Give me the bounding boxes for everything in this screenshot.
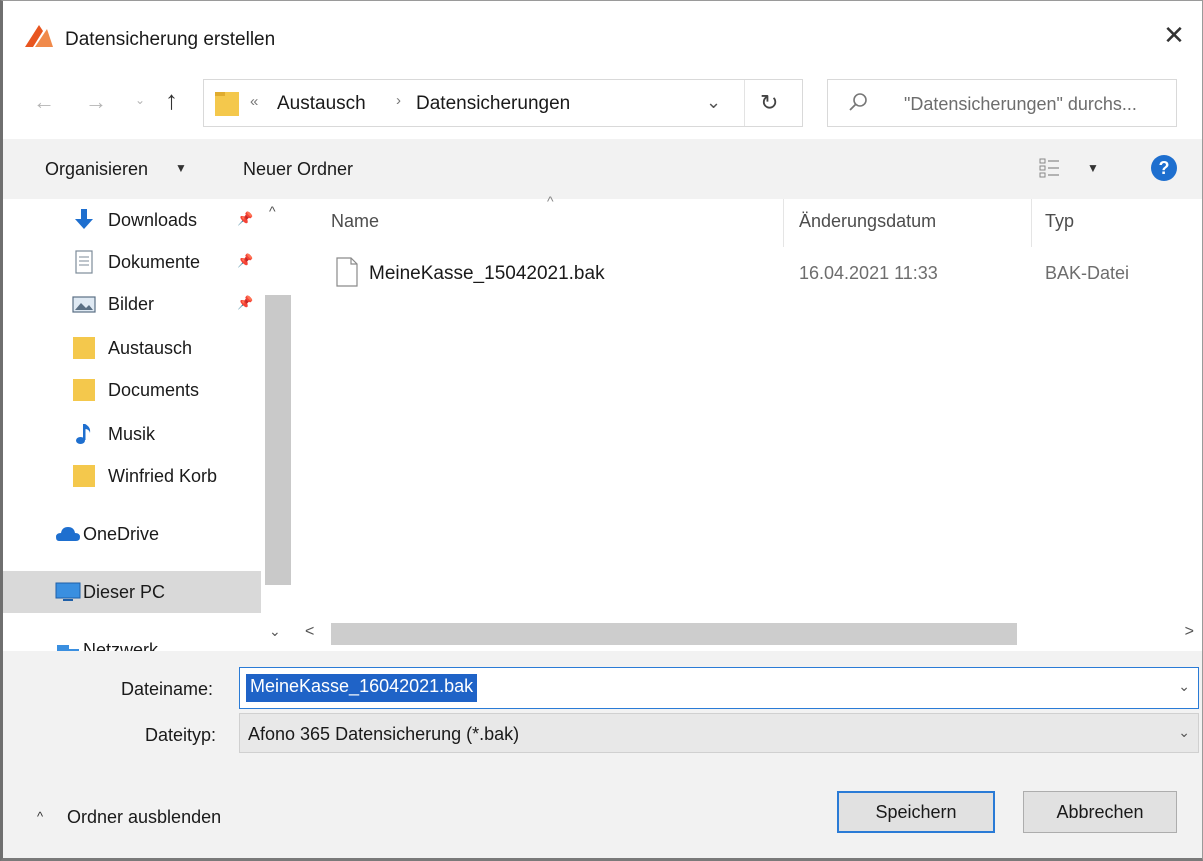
horizontal-scrollbar[interactable]: < >: [293, 619, 1202, 649]
title-bar: Datensicherung erstellen ✕: [3, 1, 1202, 63]
folder-icon: [73, 337, 95, 359]
organize-caret-icon[interactable]: ▼: [175, 161, 187, 175]
filename-value[interactable]: MeineKasse_16042021.bak: [246, 674, 478, 702]
search-input[interactable]: "Datensicherungen" durchs...: [827, 79, 1177, 127]
sidebar-item-netzwerk[interactable]: Netzwerk: [3, 629, 261, 651]
filename-field[interactable]: MeineKasse_16042021.bak ⌄: [239, 667, 1199, 709]
sidebar-item-label: Austausch: [108, 338, 193, 358]
download-arrow-icon: [75, 209, 93, 229]
filetype-label: Dateityp:: [145, 725, 217, 745]
sidebar-item-label: Bilder: [108, 294, 155, 314]
new-folder-button[interactable]: Neuer Ordner: [243, 159, 353, 180]
sidebar-item-label: Musik: [108, 424, 156, 444]
sidebar-item-dokumente[interactable]: Dokumente 📌: [3, 241, 261, 283]
scroll-right-icon[interactable]: >: [1185, 623, 1194, 641]
close-button[interactable]: ✕: [1146, 15, 1202, 55]
breadcrumb-austausch[interactable]: Austausch: [277, 93, 366, 115]
navigation-pane: Downloads 📌 Dokumente 📌 Bilder 📌 Austaus…: [3, 199, 293, 651]
forward-button[interactable]: →: [85, 89, 107, 115]
help-button[interactable]: ?: [1151, 155, 1177, 181]
music-note-icon: [76, 424, 91, 444]
horizontal-scroll-thumb[interactable]: [331, 623, 1017, 645]
network-icon: [57, 645, 79, 651]
folder-icon: [73, 465, 95, 487]
file-date: 16.04.2021 11:33: [799, 263, 938, 283]
up-button[interactable]: ↑: [165, 85, 178, 116]
column-header-name[interactable]: Name: [331, 211, 379, 232]
filetype-value: Afono 365 Datensicherung (*.bak): [248, 724, 520, 744]
search-placeholder: "Datensicherungen" durchs...: [904, 94, 1137, 114]
file-name: MeineKasse_15042021.bak: [369, 263, 605, 284]
refresh-button[interactable]: ↻: [760, 90, 778, 116]
search-icon: [849, 93, 867, 111]
sidebar-item-musik[interactable]: Musik: [3, 413, 261, 455]
column-divider[interactable]: [1031, 199, 1032, 247]
pictures-icon: [72, 296, 96, 313]
view-options-icon[interactable]: [1039, 157, 1061, 179]
file-type: BAK-Datei: [1045, 263, 1130, 283]
sidebar-item-winfried-korb[interactable]: Winfried Korb: [3, 455, 261, 497]
file-row[interactable]: MeineKasse_15042021.bak 16.04.2021 11:33…: [323, 251, 1202, 293]
sidebar-item-downloads[interactable]: Downloads 📌: [3, 199, 261, 241]
hide-folders-button[interactable]: Ordner ausblenden: [67, 807, 221, 828]
sidebar-item-label: OneDrive: [83, 524, 160, 544]
recent-locations-button[interactable]: ⌄: [135, 93, 145, 107]
computer-icon: [55, 582, 81, 601]
save-panel: Dateiname: MeineKasse_16042021.bak ⌄ Dat…: [3, 651, 1202, 858]
sidebar-item-documents[interactable]: Documents: [3, 369, 261, 411]
sidebar-item-austausch[interactable]: Austausch: [3, 327, 261, 369]
folder-icon: [215, 92, 239, 116]
pin-icon[interactable]: 📌: [237, 295, 253, 311]
sidebar-scrollbar[interactable]: ^ ⌄: [263, 199, 291, 651]
sidebar-scroll-thumb[interactable]: [265, 295, 291, 585]
organize-button[interactable]: Organisieren: [45, 159, 148, 180]
document-icon: [75, 250, 93, 274]
column-header-type[interactable]: Typ: [1045, 211, 1074, 232]
chevron-down-icon[interactable]: ⌄: [1178, 678, 1190, 695]
sort-indicator-icon: ^: [547, 193, 554, 209]
navigation-bar: ← → ⌄ ↑ « Austausch › Datensicherungen ⌄…: [3, 71, 1202, 133]
pin-icon[interactable]: 📌: [237, 211, 253, 227]
view-caret-icon[interactable]: ▼: [1087, 161, 1099, 175]
file-list: ^ Name Änderungsdatum Typ MeineKasse_150…: [293, 193, 1202, 651]
sidebar-item-label: Dieser PC: [83, 582, 166, 602]
cancel-button[interactable]: Abbrechen: [1023, 791, 1177, 833]
scroll-left-icon[interactable]: <: [305, 623, 314, 641]
address-dropdown-button[interactable]: ⌄: [706, 92, 721, 113]
command-bar: Organisieren ▼ Neuer Ordner ▼ ?: [3, 139, 1202, 199]
window-title: Datensicherung erstellen: [65, 29, 276, 50]
sidebar-item-bilder[interactable]: Bilder 📌: [3, 283, 261, 325]
cloud-icon: [56, 527, 80, 541]
address-bar[interactable]: « Austausch › Datensicherungen ⌄ ↻: [203, 79, 803, 127]
breadcrumb-datensicherungen[interactable]: Datensicherungen: [416, 93, 570, 115]
close-icon: ✕: [1163, 19, 1185, 50]
sidebar-item-label: Documents: [108, 380, 200, 400]
address-divider: [744, 80, 745, 126]
chevron-up-icon[interactable]: ^: [37, 809, 43, 824]
filetype-select[interactable]: Afono 365 Datensicherung (*.bak) ⌄: [239, 713, 1199, 753]
sidebar-item-onedrive[interactable]: OneDrive: [3, 513, 261, 555]
sidebar-item-label: Netzwerk: [83, 640, 159, 651]
folder-icon: [73, 379, 95, 401]
scroll-down-icon[interactable]: ⌄: [269, 623, 281, 640]
column-divider[interactable]: [783, 199, 784, 247]
sidebar-item-dieser-pc[interactable]: Dieser PC: [3, 571, 261, 613]
breadcrumb-separator[interactable]: ›: [396, 92, 401, 109]
back-button[interactable]: ←: [33, 89, 55, 115]
scroll-up-icon[interactable]: ^: [269, 203, 276, 219]
column-header-date[interactable]: Änderungsdatum: [799, 211, 936, 232]
pin-icon[interactable]: 📌: [237, 253, 253, 269]
sidebar-item-label: Downloads: [108, 210, 198, 230]
filename-label: Dateiname:: [121, 679, 214, 699]
address-overflow-button[interactable]: «: [250, 93, 258, 110]
save-button-label: Speichern: [875, 801, 957, 822]
save-dialog: Datensicherung erstellen ✕ ← → ⌄ ↑ « Aus…: [0, 0, 1203, 861]
sidebar-item-label: Winfried Korb: [108, 466, 218, 486]
app-logo-icon: [25, 25, 53, 47]
cancel-button-label: Abbrechen: [1056, 801, 1144, 822]
sidebar-item-label: Dokumente: [108, 252, 201, 272]
file-icon: [336, 257, 358, 287]
chevron-down-icon[interactable]: ⌄: [1178, 724, 1190, 741]
save-button[interactable]: Speichern: [837, 791, 995, 833]
